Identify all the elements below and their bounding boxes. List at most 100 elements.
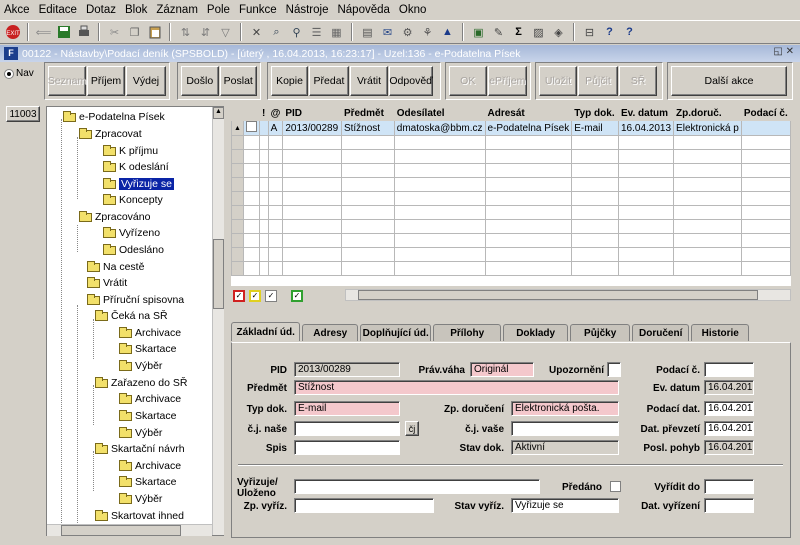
tree-node-vyber-1[interactable]: Výběr — [119, 358, 162, 374]
podacidat-field[interactable]: 16.04.2013 — [704, 401, 754, 416]
predmet-field[interactable]: Stížnost — [294, 380, 619, 395]
list-icon[interactable]: ☰ — [308, 24, 325, 41]
row-checkbox[interactable] — [245, 121, 257, 132]
pravvaha-field[interactable]: Originál — [470, 362, 534, 377]
tree-scrollbar[interactable]: ▲ — [212, 107, 224, 535]
menu-editace[interactable]: Editace — [39, 4, 77, 16]
tab-adresy[interactable]: Adresy — [302, 324, 359, 341]
tools-icon[interactable]: ✕ — [248, 24, 265, 41]
tree-node-zpracovano[interactable]: Zpracováno — [79, 209, 150, 225]
tree-node-archivace-1[interactable]: Archivace — [119, 325, 181, 341]
tree-node-na-ceste[interactable]: Na cestě — [87, 259, 144, 275]
cjnase-field[interactable] — [294, 421, 400, 436]
settings-icon[interactable]: ⚙ — [399, 24, 416, 41]
table-row[interactable] — [231, 163, 791, 178]
filter-yellow-checkbox[interactable]: ✓ — [249, 290, 261, 302]
hscroll-thumb[interactable] — [61, 525, 181, 536]
menu-blok[interactable]: Blok — [125, 4, 147, 16]
table-row[interactable] — [231, 205, 791, 220]
menu-nastroje[interactable]: Nástroje — [286, 4, 329, 16]
evdatum-field[interactable]: 16.04.2013 — [704, 380, 754, 395]
warning-icon[interactable]: ▲ — [439, 24, 456, 41]
lock-icon[interactable]: ⊟ — [581, 24, 598, 41]
predat-button[interactable]: Předat — [309, 66, 349, 96]
nav-radio[interactable]: Nav — [5, 68, 34, 79]
col-adresat[interactable]: Adresát — [484, 106, 573, 121]
help-icon[interactable]: ? — [601, 24, 618, 41]
tree-node-skartace-1[interactable]: Skartace — [119, 341, 176, 357]
tab-doplnujici[interactable]: Doplňující úd. — [360, 324, 432, 341]
stavvyriz-field[interactable]: Vyřizuje se — [511, 498, 619, 513]
filter-icon[interactable]: ▽ — [217, 24, 234, 41]
tab-historie[interactable]: Historie — [691, 324, 750, 341]
menu-napoveda[interactable]: Nápověda — [337, 4, 389, 16]
odpoved-button[interactable]: Odpověď — [389, 66, 433, 96]
tree-node-ceka-na-sr[interactable]: Čeká na SŘ — [95, 308, 168, 324]
tab-zakladni[interactable]: Základní úd. — [231, 322, 301, 341]
tree-node-vyber-3[interactable]: Výběr — [119, 491, 162, 507]
tree-node-zarazeno[interactable]: Zařazeno do SŘ — [95, 375, 187, 391]
tree-node-k-odeslani[interactable]: K odeslání — [103, 159, 169, 175]
podacic-field[interactable] — [704, 362, 754, 377]
tree-node-odeslano[interactable]: Odesláno — [103, 242, 164, 258]
table-row[interactable] — [231, 191, 791, 206]
table-row[interactable]: ▲ A 2013/00289 Stížnost dmatoska@bbm.cz … — [231, 120, 791, 136]
table-row[interactable] — [231, 149, 791, 164]
doslo-button[interactable]: Došlo — [181, 66, 219, 96]
col-zpdoruc[interactable]: Zp.doruč. — [673, 106, 742, 121]
tab-doklady[interactable]: Doklady — [502, 324, 569, 341]
filter-white-checkbox[interactable]: ✓ — [265, 290, 277, 302]
poslat-button[interactable]: Poslat — [219, 66, 257, 96]
window-controls[interactable]: ◱ ✕ — [773, 46, 794, 57]
calculator-icon[interactable]: ▣ — [470, 24, 487, 41]
table-row[interactable] — [231, 247, 791, 262]
tree-node-vyrizeno[interactable]: Vyřízeno — [103, 225, 160, 241]
print-icon[interactable] — [75, 24, 92, 41]
table-row[interactable] — [231, 135, 791, 150]
table-row[interactable] — [231, 261, 791, 276]
exit-icon[interactable]: EXIT — [4, 24, 21, 41]
dalsi-akce-button[interactable]: Další akce — [671, 66, 787, 96]
tab-doruceni[interactable]: Doručení — [631, 324, 690, 341]
table-row[interactable] — [231, 177, 791, 192]
menu-funkce[interactable]: Funkce — [239, 4, 277, 16]
scroll-thumb[interactable] — [213, 239, 224, 309]
col-predmet[interactable]: Předmět — [340, 106, 395, 121]
context-help-icon[interactable]: ? — [621, 24, 638, 41]
tree-node-prirucni-spisovna[interactable]: Příruční spisovna — [87, 292, 184, 308]
cut-icon[interactable]: ✂ — [106, 24, 123, 41]
find-icon[interactable]: ⌕ — [268, 24, 285, 41]
stavdok-field[interactable]: Aktivní — [511, 440, 619, 455]
col-excl[interactable]: ! — [258, 106, 269, 121]
sr-button[interactable]: SŘ — [619, 66, 657, 96]
image-icon[interactable]: ▨ — [530, 24, 547, 41]
stamp-icon[interactable]: ⚘ — [419, 24, 436, 41]
filter-red-checkbox[interactable]: ✓ — [233, 290, 245, 302]
col-attach[interactable]: @ — [267, 106, 284, 121]
datprevzeti-field[interactable]: 16.04.2013 — [704, 421, 754, 436]
zpvyriz-field[interactable] — [294, 498, 434, 513]
eprijem-button[interactable]: ePříjem — [487, 66, 527, 96]
menu-akce[interactable]: Akce — [4, 4, 30, 16]
tree-node-zpracovat[interactable]: Zpracovat — [79, 126, 142, 142]
tree-node-skartacni-navrh[interactable]: Skartační návrh — [95, 441, 185, 457]
menu-okno[interactable]: Okno — [399, 4, 427, 16]
pid-field[interactable]: 2013/00289 — [294, 362, 400, 377]
vratit-button[interactable]: Vrátit — [350, 66, 388, 96]
tag-icon[interactable]: ◈ — [550, 24, 567, 41]
tree-node-koncepty[interactable]: Koncepty — [103, 192, 163, 208]
vydej-button[interactable]: Výdej — [126, 66, 166, 96]
sort-asc-icon[interactable]: ⇅ — [177, 24, 194, 41]
prijem-button[interactable]: Příjem — [87, 66, 125, 96]
col-odesilatel[interactable]: Odesílatel — [393, 106, 486, 121]
upozorneni-field[interactable] — [607, 362, 621, 377]
query-icon[interactable]: ⚲ — [288, 24, 305, 41]
grid-hscroll[interactable] — [345, 289, 791, 301]
tree-node-root[interactable]: e-Podatelna Písek — [63, 109, 165, 125]
menu-zaznam[interactable]: Záznam — [156, 4, 198, 16]
menu-pole[interactable]: Pole — [207, 4, 230, 16]
tab-prilohy[interactable]: Přílohy — [433, 324, 501, 341]
cjvase-field[interactable] — [511, 421, 619, 436]
menu-dotaz[interactable]: Dotaz — [86, 4, 116, 16]
tree-node-vratit[interactable]: Vrátit — [87, 275, 127, 291]
